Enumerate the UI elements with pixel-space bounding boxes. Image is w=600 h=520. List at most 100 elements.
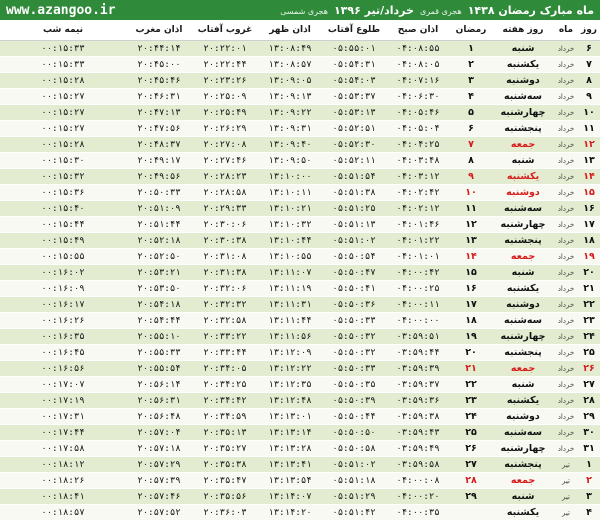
- cell-fajr: ۰۴:۰۰:۱۱: [386, 297, 450, 313]
- cell-sunset: ۲۰:۳۳:۴۴: [192, 345, 258, 361]
- cell-ramadan: ۶: [450, 121, 492, 137]
- cell-dhuhr: ۱۳:۱۱:۰۷: [258, 265, 322, 281]
- cell-month: خرداد: [554, 281, 578, 297]
- cell-fajr: ۰۳:۵۹:۳۷: [386, 377, 450, 393]
- table-row: ۱۵خرداددوشنبه۱۰۰۴:۰۲:۴۲۰۵:۵۱:۳۸۱۳:۱۰:۱۱۲…: [0, 185, 600, 201]
- table-row: ۲۸خردادیکشنبه۲۳۰۳:۵۹:۳۶۰۵:۵۰:۳۹۱۳:۱۲:۴۸۲…: [0, 393, 600, 409]
- cell-sunset: ۲۰:۳۴:۲۵: [192, 377, 258, 393]
- cell-sunrise: ۰۵:۵۱:۰۲: [322, 233, 386, 249]
- cell-dhuhr: ۱۳:۱۰:۰۰: [258, 169, 322, 185]
- cell-midnight: ۰۰:۱۵:۲۸: [0, 137, 126, 153]
- cell-weekday: پنجشنبه: [492, 457, 554, 473]
- cell-day: ۸: [578, 73, 600, 89]
- cell-sunrise: ۰۵:۵۲:۵۱: [322, 121, 386, 137]
- cell-sunset: ۲۰:۲۹:۳۳: [192, 201, 258, 217]
- cell-weekday: چهارشنبه: [492, 105, 554, 121]
- cell-maghrib: ۲۰:۴۵:۴۶: [126, 73, 192, 89]
- cell-month: خرداد: [554, 409, 578, 425]
- cell-weekday: شنبه: [492, 153, 554, 169]
- cell-day: ۱۲: [578, 137, 600, 153]
- table-row: ۱۹خردادجمعه۱۴۰۴:۰۱:۰۱۰۵:۵۰:۵۴۱۳:۱۰:۵۵۲۰:…: [0, 249, 600, 265]
- cell-weekday: یکشنبه: [492, 505, 554, 520]
- cell-weekday: شنبه: [492, 41, 554, 57]
- cell-month: تیر: [554, 457, 578, 473]
- cell-fajr: ۰۳:۵۹:۳۹: [386, 361, 450, 377]
- cell-fajr: ۰۳:۵۹:۴۹: [386, 441, 450, 457]
- cell-maghrib: ۲۰:۵۶:۳۱: [126, 393, 192, 409]
- cell-sunset: ۲۰:۲۵:۴۹: [192, 105, 258, 121]
- cell-dhuhr: ۱۳:۱۰:۲۱: [258, 201, 322, 217]
- cell-dhuhr: ۱۳:۰۹:۲۲: [258, 105, 322, 121]
- cell-sunset: ۲۰:۳۰:۰۶: [192, 217, 258, 233]
- cell-sunset: ۲۰:۲۸:۲۳: [192, 169, 258, 185]
- cell-sunrise: ۰۵:۵۱:۱۸: [322, 473, 386, 489]
- cell-dhuhr: ۱۳:۰۹:۵۰: [258, 153, 322, 169]
- cell-dhuhr: ۱۳:۱۱:۳۱: [258, 297, 322, 313]
- cell-ramadan: ۱: [450, 41, 492, 57]
- col-header-weekday: روز هفته: [492, 20, 554, 41]
- table-row: ۷خردادیکشنبه۲۰۴:۰۸:۰۵۰۵:۵۴:۳۱۱۳:۰۸:۵۷۲۰:…: [0, 57, 600, 73]
- cell-fajr: ۰۴:۰۰:۰۰: [386, 313, 450, 329]
- cell-weekday: جمعه: [492, 249, 554, 265]
- cell-dhuhr: ۱۳:۱۱:۱۹: [258, 281, 322, 297]
- cell-day: ۲۸: [578, 393, 600, 409]
- cell-midnight: ۰۰:۱۸:۴۱: [0, 489, 126, 505]
- cell-sunrise: ۰۵:۵۱:۴۲: [322, 505, 386, 520]
- cell-maghrib: ۲۰:۴۸:۳۷: [126, 137, 192, 153]
- cell-weekday: یکشنبه: [492, 169, 554, 185]
- cell-sunrise: ۰۵:۵۱:۰۲: [322, 457, 386, 473]
- table-row: ۳۰خردادسه‌شنبه۲۵۰۳:۵۹:۴۳۰۵:۵۰:۵۰۱۳:۱۳:۱۴…: [0, 425, 600, 441]
- cell-midnight: ۰۰:۱۵:۴۴: [0, 217, 126, 233]
- cell-sunrise: ۰۵:۵۱:۳۸: [322, 185, 386, 201]
- cell-sunset: ۲۰:۳۱:۳۸: [192, 265, 258, 281]
- cell-day: ۷: [578, 57, 600, 73]
- cell-fajr: ۰۳:۵۹:۵۱: [386, 329, 450, 345]
- table-row: ۱۰خردادچهارشنبه۵۰۴:۰۵:۴۶۰۵:۵۳:۱۳۱۳:۰۹:۲۲…: [0, 105, 600, 121]
- cell-weekday: جمعه: [492, 137, 554, 153]
- cell-day: ۹: [578, 89, 600, 105]
- cell-midnight: ۰۰:۱۵:۴۹: [0, 233, 126, 249]
- cell-fajr: ۰۴:۰۶:۳۰: [386, 89, 450, 105]
- cell-maghrib: ۲۰:۵۴:۴۴: [126, 313, 192, 329]
- cell-weekday: چهارشنبه: [492, 441, 554, 457]
- cell-midnight: ۰۰:۱۵:۳۲: [0, 169, 126, 185]
- cell-month: خرداد: [554, 41, 578, 57]
- cell-fajr: ۰۴:۰۵:۰۴: [386, 121, 450, 137]
- col-header-maghrib: اذان مغرب: [126, 20, 192, 41]
- cell-weekday: جمعه: [492, 473, 554, 489]
- cell-sunset: ۲۰:۲۲:۴۴: [192, 57, 258, 73]
- cell-day: ۱۷: [578, 217, 600, 233]
- table-row: ۳۱خردادچهارشنبه۲۶۰۳:۵۹:۴۹۰۵:۵۰:۵۸۱۳:۱۳:۲…: [0, 441, 600, 457]
- cell-maghrib: ۲۰:۴۶:۳۱: [126, 89, 192, 105]
- cell-day: ۲۲: [578, 297, 600, 313]
- cell-weekday: یکشنبه: [492, 57, 554, 73]
- table-row: ۲تیرجمعه۲۸۰۴:۰۰:۰۸۰۵:۵۱:۱۸۱۳:۱۳:۵۴۲۰:۳۵:…: [0, 473, 600, 489]
- cell-sunset: ۲۰:۳۲:۳۲: [192, 297, 258, 313]
- cell-midnight: ۰۰:۱۵:۲۷: [0, 89, 126, 105]
- cell-day: ۱۹: [578, 249, 600, 265]
- cell-sunset: ۲۰:۲۷:۰۸: [192, 137, 258, 153]
- cell-sunrise: ۰۵:۵۰:۳۶: [322, 297, 386, 313]
- ramadan-title-sub: هجری قمری: [420, 7, 462, 16]
- cell-sunrise: ۰۵:۵۲:۳۰: [322, 137, 386, 153]
- table-row: ۴تیریکشنبه۰۴:۰۰:۳۵۰۵:۵۱:۴۲۱۳:۱۴:۲۰۲۰:۳۶:…: [0, 505, 600, 520]
- cell-sunrise: ۰۵:۵۵:۰۱: [322, 41, 386, 57]
- col-header-midnight: نیمه شب: [0, 20, 126, 41]
- cell-ramadan: ۱۸: [450, 313, 492, 329]
- site-url[interactable]: www.azangoo.ir: [6, 3, 116, 18]
- cell-maghrib: ۲۰:۵۷:۱۸: [126, 441, 192, 457]
- col-header-day: روز: [578, 20, 600, 41]
- cell-maghrib: ۲۰:۵۳:۵۰: [126, 281, 192, 297]
- cell-maghrib: ۲۰:۴۴:۱۴: [126, 41, 192, 57]
- cell-sunrise: ۰۵:۵۳:۳۷: [322, 89, 386, 105]
- cell-day: ۳۱: [578, 441, 600, 457]
- calendar-title: ماه مبارک رمضان ۱۴۳۸ هجری قمری خرداد/تیر…: [280, 4, 594, 17]
- cell-fajr: ۰۴:۰۷:۱۶: [386, 73, 450, 89]
- cell-ramadan: ۵: [450, 105, 492, 121]
- cell-fajr: ۰۴:۰۸:۵۵: [386, 41, 450, 57]
- cell-fajr: ۰۴:۰۱:۲۲: [386, 233, 450, 249]
- cell-maghrib: ۲۰:۵۲:۵۰: [126, 249, 192, 265]
- cell-maghrib: ۲۰:۴۹:۱۷: [126, 153, 192, 169]
- table-row: ۲۰خردادشنبه۱۵۰۴:۰۰:۴۲۰۵:۵۰:۴۷۱۳:۱۱:۰۷۲۰:…: [0, 265, 600, 281]
- cell-month: خرداد: [554, 265, 578, 281]
